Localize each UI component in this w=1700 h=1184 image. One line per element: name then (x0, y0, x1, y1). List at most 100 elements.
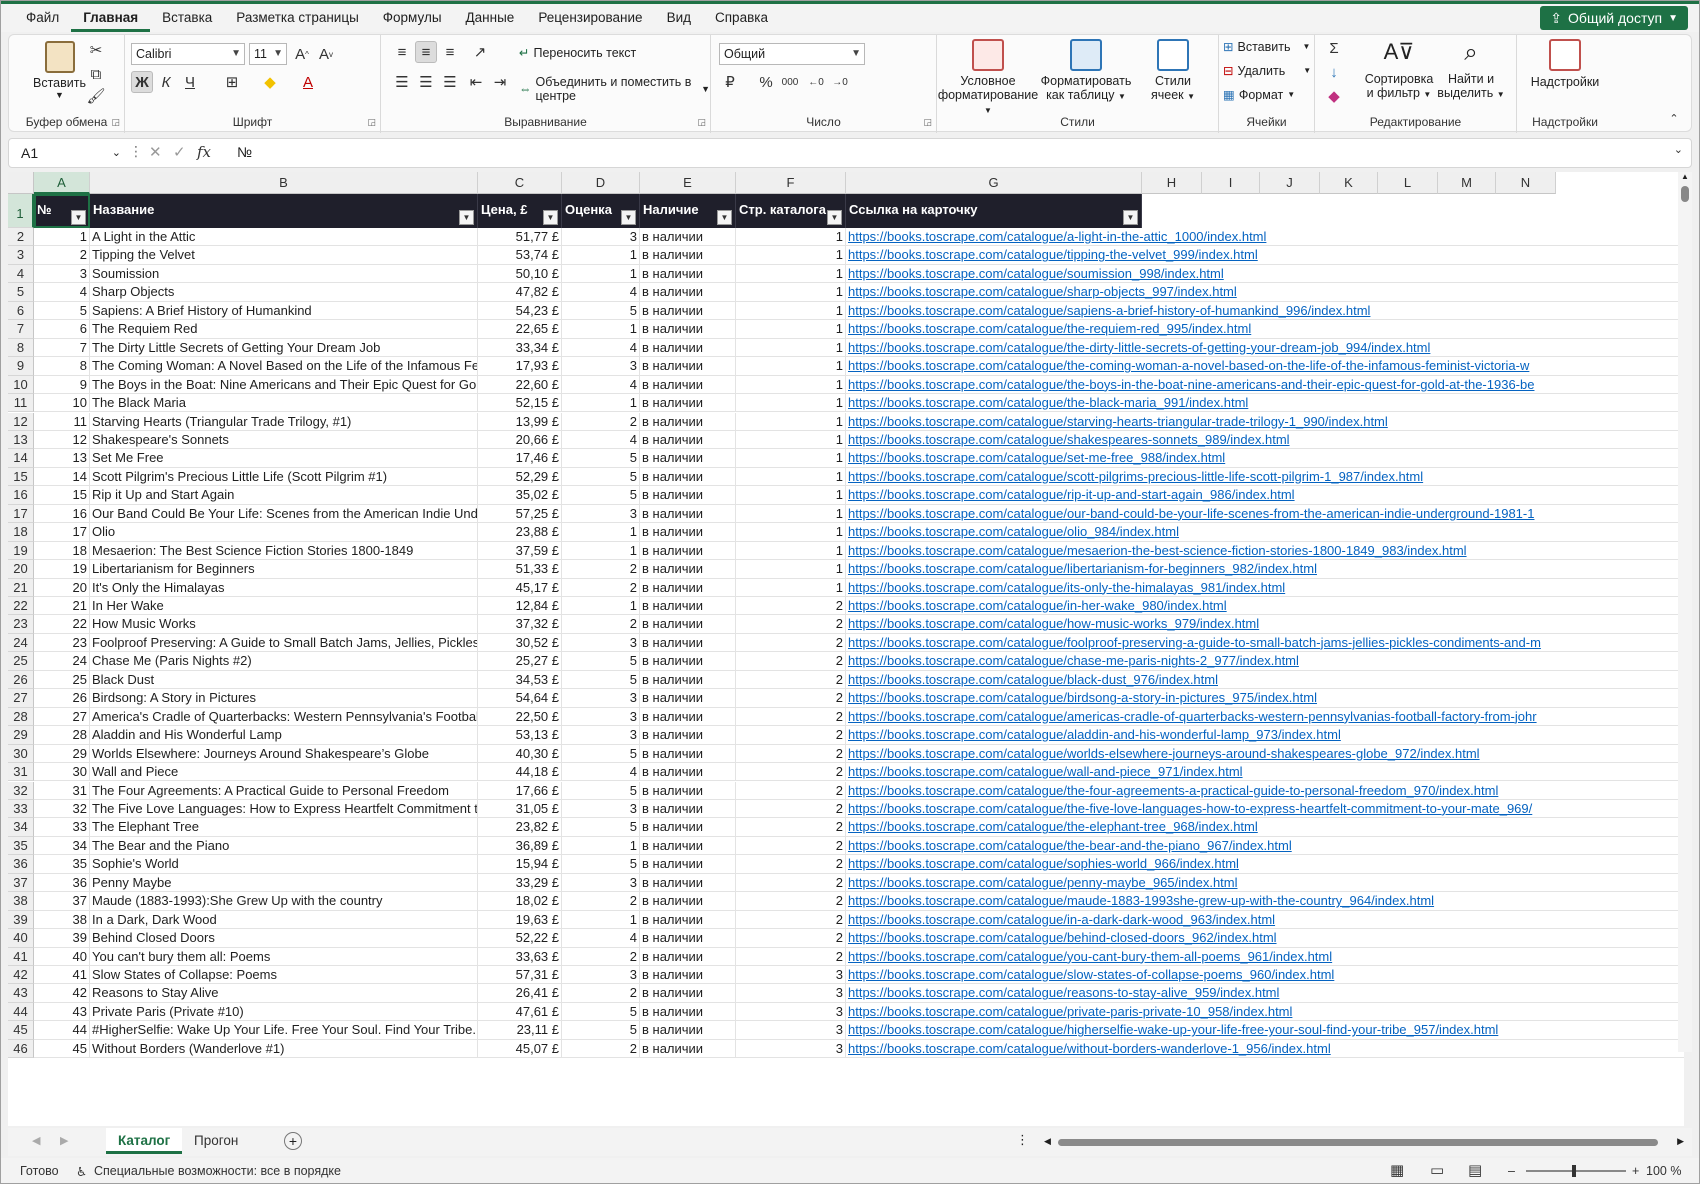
table-cell[interactable]: Sapiens: A Brief History of Humankind (90, 301, 478, 321)
table-cell[interactable]: Rip it Up and Start Again (90, 486, 478, 505)
table-cell[interactable]: 2 (736, 947, 846, 966)
table-cell[interactable]: 2 (34, 246, 90, 265)
table-cell[interactable]: 2 (736, 689, 846, 708)
column-header[interactable]: I (1202, 172, 1260, 194)
table-cell[interactable]: 27 (34, 707, 90, 727)
dialog-launcher-icon[interactable]: ◲ (111, 117, 120, 128)
row-header[interactable]: 42 (8, 966, 34, 985)
table-cell[interactable]: 2 (736, 836, 846, 856)
conditional-formatting-button[interactable]: Условное форматирование ▼ (938, 39, 1038, 116)
table-cell[interactable]: 1 (736, 283, 846, 302)
table-cell[interactable]: In a Dark, Dark Wood (90, 910, 478, 930)
row-header[interactable]: 20 (8, 560, 34, 579)
table-cell[interactable]: 2 (736, 818, 846, 837)
table-header-cell[interactable]: Стр. каталога ▼ (736, 194, 846, 228)
row-header[interactable]: 32 (8, 781, 34, 800)
table-cell[interactable]: 2 (562, 1039, 640, 1059)
row-header[interactable]: 26 (8, 670, 34, 690)
table-cell[interactable]: 10 (34, 394, 90, 413)
hyperlink-cell[interactable]: https://books.toscrape.com/catalogue/mes… (846, 542, 1684, 561)
table-cell[interactable]: 52,22 £ (478, 929, 562, 948)
table-cell[interactable]: 16 (34, 504, 90, 524)
table-cell[interactable]: 51,33 £ (478, 560, 562, 579)
row-header[interactable]: 3 (8, 246, 34, 265)
table-cell[interactable]: 26 (34, 689, 90, 708)
table-cell[interactable]: в наличии (640, 615, 736, 634)
share-button[interactable]: ⇪ Общий доступ ▼ (1540, 6, 1688, 30)
hyperlink-cell[interactable]: https://books.toscrape.com/catalogue/sha… (846, 283, 1684, 302)
table-cell[interactable]: 35,02 £ (478, 486, 562, 505)
table-cell[interactable]: 2 (736, 707, 846, 727)
table-header-cell[interactable]: Оценка ▼ (562, 194, 640, 228)
hyperlink-cell[interactable]: https://books.toscrape.com/catalogue/the… (846, 320, 1684, 339)
hyperlink-cell[interactable]: https://books.toscrape.com/catalogue/ala… (846, 726, 1684, 745)
hyperlink-cell[interactable]: https://books.toscrape.com/catalogue/beh… (846, 929, 1684, 948)
number-format-select[interactable]: Общий ▼ (719, 43, 865, 65)
table-cell[interactable]: 4 (562, 338, 640, 358)
table-cell[interactable]: 15 (34, 486, 90, 505)
table-cell[interactable]: 2 (736, 597, 846, 616)
table-cell[interactable]: 3 (562, 966, 640, 985)
table-cell[interactable]: Birdsong: A Story in Pictures (90, 689, 478, 708)
column-header[interactable]: N (1496, 172, 1556, 194)
table-cell[interactable]: в наличии (640, 264, 736, 284)
table-cell[interactable]: 44 (34, 1021, 90, 1040)
table-cell[interactable]: You can't bury them all: Poems (90, 947, 478, 966)
addins-button[interactable]: Надстройки (1527, 39, 1603, 89)
table-cell[interactable]: в наличии (640, 375, 736, 395)
decrease-font-icon[interactable]: Av (315, 43, 337, 65)
table-cell[interactable]: 28 (34, 726, 90, 745)
hyperlink-cell[interactable]: https://books.toscrape.com/catalogue/you… (846, 948, 1684, 966)
paste-button[interactable]: Вставить ▼ (33, 41, 86, 100)
format-painter-icon[interactable]: 🖌 (85, 85, 107, 107)
table-cell[interactable]: 37,59 £ (478, 541, 562, 561)
table-cell[interactable]: 12,84 £ (478, 597, 562, 616)
table-cell[interactable]: 2 (562, 615, 640, 634)
table-cell[interactable]: 5 (562, 1021, 640, 1040)
menu-item[interactable]: Файл (14, 4, 71, 32)
hyperlink-cell[interactable]: https://books.toscrape.com/catalogue/hig… (846, 1021, 1684, 1040)
row-header[interactable]: 35 (8, 836, 34, 856)
accessibility-icon[interactable]: ♿ (76, 1164, 87, 1179)
table-cell[interactable]: 22,60 £ (478, 375, 562, 395)
table-cell[interactable]: 2 (736, 873, 846, 893)
table-cell[interactable]: 2 (736, 763, 846, 782)
table-cell[interactable]: 18 (34, 541, 90, 561)
table-cell[interactable]: в наличии (640, 523, 736, 542)
table-cell[interactable]: 1 (736, 357, 846, 376)
table-cell[interactable]: The Four Agreements: A Practical Guide t… (90, 781, 478, 800)
table-cell[interactable]: #HigherSelfie: Wake Up Your Life. Free Y… (90, 1021, 478, 1040)
table-cell[interactable]: How Music Works (90, 615, 478, 634)
scroll-thumb[interactable] (1058, 1139, 1658, 1146)
collapse-ribbon-icon[interactable]: ⌃ (1663, 107, 1685, 129)
table-cell[interactable]: 54,64 £ (478, 689, 562, 708)
table-cell[interactable]: 2 (736, 726, 846, 745)
column-header[interactable]: C (478, 172, 562, 194)
table-cell[interactable]: 31,05 £ (478, 799, 562, 819)
table-cell[interactable]: 1 (736, 320, 846, 339)
table-cell[interactable]: 24 (34, 652, 90, 671)
table-cell[interactable]: 23,88 £ (478, 523, 562, 542)
hyperlink-cell[interactable]: https://books.toscrape.com/catalogue/pen… (846, 874, 1684, 893)
table-cell[interactable]: в наличии (640, 947, 736, 966)
table-cell[interactable]: в наличии (640, 246, 736, 265)
filter-dropdown-icon[interactable]: ▼ (717, 210, 732, 225)
row-header[interactable]: 40 (8, 929, 34, 948)
table-cell[interactable]: 53,74 £ (478, 246, 562, 265)
table-cell[interactable]: 1 (562, 264, 640, 284)
scroll-up-icon[interactable]: ▲ (1681, 172, 1689, 181)
table-cell[interactable]: 1 (736, 375, 846, 395)
table-cell[interactable]: 2 (736, 892, 846, 911)
hyperlink-cell[interactable]: https://books.toscrape.com/catalogue/our… (846, 505, 1684, 524)
table-cell[interactable]: в наличии (640, 578, 736, 597)
table-cell[interactable]: 30 (34, 763, 90, 782)
table-cell[interactable]: 45,17 £ (478, 578, 562, 597)
zoom-in-icon[interactable]: + (1632, 1164, 1639, 1178)
table-cell[interactable]: 5 (562, 818, 640, 837)
menu-item[interactable]: Справка (703, 4, 780, 32)
hyperlink-cell[interactable]: https://books.toscrape.com/catalogue/bla… (846, 671, 1684, 690)
table-cell[interactable]: 20,66 £ (478, 430, 562, 450)
table-cell[interactable]: 25 (34, 670, 90, 690)
borders-icon[interactable]: ⊞ (221, 71, 243, 93)
hyperlink-cell[interactable]: https://books.toscrape.com/catalogue/in-… (846, 597, 1684, 616)
